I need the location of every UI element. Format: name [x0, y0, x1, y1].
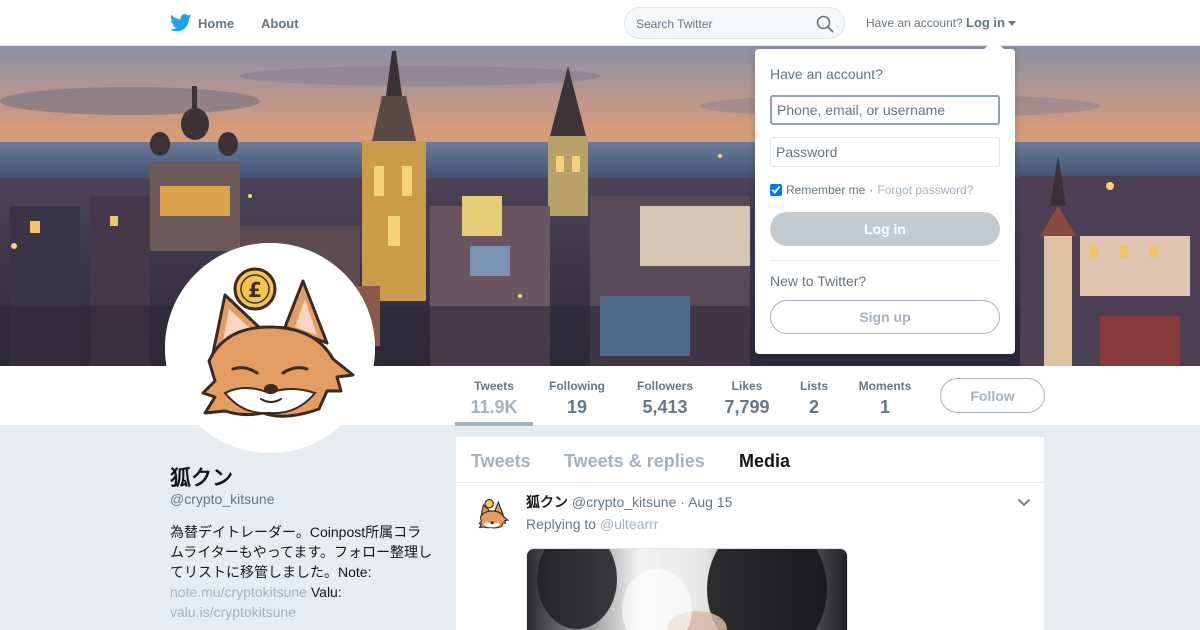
fox-avatar-icon — [472, 495, 512, 535]
caret-down-icon — [1008, 20, 1016, 26]
profile-avatar[interactable]: £ — [165, 243, 375, 453]
svg-text:£: £ — [248, 278, 262, 302]
stat-following[interactable]: Following 19 — [545, 378, 609, 418]
stat-followers-label: Followers — [636, 379, 693, 393]
password-field[interactable] — [770, 137, 1000, 167]
replying-to-link[interactable]: @ultearrr — [600, 516, 659, 532]
tweet-header: 狐クン @crypto_kitsune · Aug 15 — [526, 492, 732, 512]
tab-tweets-replies[interactable]: Tweets & replies — [564, 451, 705, 472]
bio-valu-link[interactable]: valu.is/cryptokitsune — [170, 604, 296, 620]
stat-tweets[interactable]: Tweets 11.9K — [455, 378, 533, 418]
search-box[interactable] — [624, 7, 845, 39]
username-field[interactable] — [770, 95, 1000, 125]
tab-media[interactable]: Media — [739, 451, 790, 472]
stat-followers[interactable]: Followers 5,413 — [633, 378, 697, 418]
remember-me-label[interactable]: Remember me — [786, 183, 865, 197]
stat-lists-label: Lists — [799, 379, 828, 393]
stat-tweets-value: 11.9K — [470, 397, 518, 417]
login-dropdown: Have an account? Remember me · Forgot pa… — [755, 39, 1015, 354]
replying-prefix: Replying to — [526, 516, 600, 532]
stat-lists-value: 2 — [808, 397, 819, 417]
separator-dot: · — [869, 183, 874, 197]
login-dropdown-toggle[interactable]: Log in — [966, 15, 1016, 30]
profile-name[interactable]: 狐クン — [170, 462, 233, 492]
bio-text: 為替デイトレーダー。Coinpost所属コラムライターもやってます。フォロー整理… — [170, 524, 432, 580]
timeline-panel: Tweets Tweets & replies Media 狐クン @crypt… — [456, 437, 1044, 630]
tab-tweets[interactable]: Tweets — [471, 451, 531, 472]
stat-likes-value: 7,799 — [724, 397, 770, 417]
stat-tweets-label: Tweets — [474, 379, 514, 393]
stat-lists[interactable]: Lists 2 — [794, 378, 834, 418]
login-dropdown-title: Have an account? — [770, 66, 883, 82]
forgot-password-link[interactable]: Forgot password? — [877, 183, 973, 197]
tweet-author-avatar[interactable] — [472, 495, 512, 535]
top-nav-bar: Home About Have an account? Log in — [0, 0, 1200, 46]
remember-me-row: Remember me · Forgot password? — [770, 183, 973, 197]
stat-following-value: 19 — [566, 397, 588, 417]
stat-moments-label: Moments — [858, 379, 912, 393]
fox-avatar-icon: £ — [165, 243, 375, 453]
new-to-twitter-text: New to Twitter? — [770, 273, 867, 289]
stat-moments-value: 1 — [879, 397, 890, 417]
tweet-media-image[interactable] — [526, 548, 848, 630]
nav-home-label: Home — [198, 15, 235, 31]
search-input[interactable] — [636, 15, 811, 33]
remember-me-checkbox[interactable] — [770, 184, 782, 196]
profile-bio: 為替デイトレーダー。Coinpost所属コラムライターもやってます。フォロー整理… — [170, 522, 432, 622]
nav-about-link[interactable]: About — [261, 12, 299, 34]
tweet-replying-to: Replying to @ultearrr — [526, 516, 659, 532]
stat-following-label: Following — [549, 379, 605, 393]
bio-note-link[interactable]: note.mu/cryptokitsune — [170, 584, 307, 600]
stat-followers-value: 5,413 — [642, 397, 688, 417]
stat-moments[interactable]: Moments 1 — [856, 378, 914, 418]
twitter-bird-icon — [170, 14, 192, 32]
timeline-tabs: Tweets Tweets & replies Media — [456, 437, 1044, 483]
bio-mid-text: Valu: — [306, 584, 342, 600]
dropdown-divider — [770, 260, 1000, 261]
nav-about-label: About — [261, 15, 299, 31]
stat-likes[interactable]: Likes 7,799 — [720, 378, 774, 418]
tweet-item[interactable]: 狐クン @crypto_kitsune · Aug 15 Replying to… — [456, 483, 1044, 630]
stat-likes-label: Likes — [731, 379, 763, 393]
have-account-text: Have an account? — [866, 16, 963, 30]
search-icon[interactable] — [816, 15, 834, 33]
chevron-down-icon[interactable] — [1016, 495, 1032, 511]
nav-home-link[interactable]: Home — [170, 12, 234, 34]
login-toggle-label: Log in — [966, 15, 1005, 30]
tweet-author-handle[interactable]: @crypto_kitsune — [572, 494, 676, 510]
active-stat-indicator — [455, 422, 533, 426]
tweet-author-name[interactable]: 狐クン — [526, 494, 568, 510]
login-button[interactable]: Log in — [770, 212, 1000, 246]
follow-button[interactable]: Follow — [940, 378, 1045, 413]
tweet-separator: · — [680, 494, 685, 510]
profile-handle[interactable]: @crypto_kitsune — [170, 491, 274, 507]
signup-button[interactable]: Sign up — [770, 300, 1000, 334]
tweet-timestamp[interactable]: Aug 15 — [688, 494, 732, 510]
